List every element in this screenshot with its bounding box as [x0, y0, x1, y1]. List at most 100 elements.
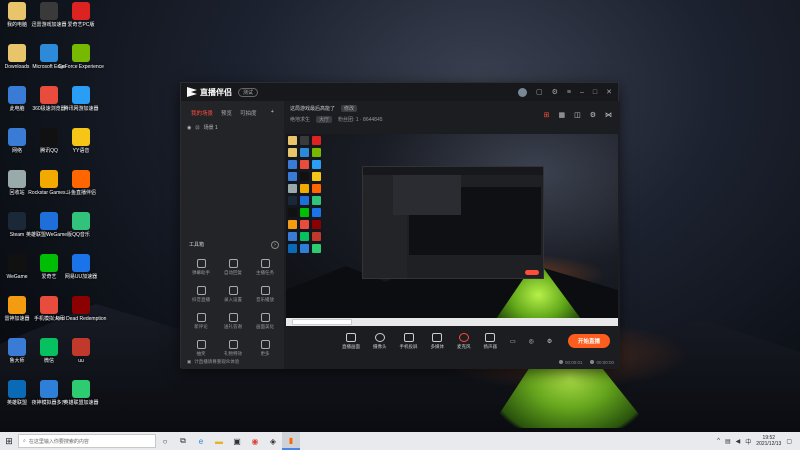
window-icon[interactable]: ◫ — [574, 111, 581, 119]
message-icon[interactable]: ▢ — [536, 88, 543, 96]
record-icon[interactable]: ▭ — [510, 338, 516, 345]
toolbox-item[interactable]: 主播任务 — [249, 259, 281, 276]
stream-title[interactable]: 这局游戏最后高能了 — [290, 105, 335, 112]
camera-button[interactable]: 摄像头 — [373, 332, 387, 350]
desktop-icon[interactable]: 手机模拟大师 — [34, 296, 64, 332]
desktop-icon[interactable]: 英雄联盟WeGame版 — [26, 212, 72, 248]
view-icon[interactable]: ◎ — [529, 338, 534, 345]
share-icon[interactable]: ⋈ — [605, 111, 612, 119]
desktop-icon[interactable]: 爱奇艺 — [34, 254, 64, 290]
cortana-icon[interactable]: ○ — [156, 432, 174, 450]
desktop-icon[interactable]: 腾讯QQ — [34, 128, 64, 164]
desktop-icon[interactable]: YY语音 — [66, 128, 96, 164]
toolbox-item[interactable]: 抖音直播 — [185, 286, 217, 303]
volume-icon[interactable]: ◀ — [736, 438, 741, 445]
desktop-icon[interactable]: 微信 — [34, 338, 64, 374]
microphone-button[interactable]: 麦克风 — [457, 332, 471, 350]
task-view-icon[interactable]: ⧉ — [174, 432, 192, 450]
title-bar[interactable]: 直播伴侣 测试 ▢ ⚙ ≡ – □ ✕ — [181, 83, 618, 101]
desktop-icon[interactable]: Microsoft Edge — [32, 44, 66, 80]
toolbox-item[interactable]: 录入设置 — [217, 286, 249, 303]
eye-icon[interactable]: ◉ — [187, 125, 191, 131]
preview-canvas[interactable] — [286, 134, 618, 326]
notification-icon[interactable]: ▢ — [786, 438, 792, 445]
calendar-icon[interactable]: ▦ — [558, 111, 565, 119]
file-explorer-icon[interactable]: ▬ — [210, 432, 228, 450]
screen-capture-button[interactable]: 直播画面 — [342, 332, 360, 350]
desktop-icon[interactable]: uu — [66, 338, 96, 374]
desktop-icon[interactable]: 回收站 — [2, 170, 32, 206]
scene-item[interactable]: ◉ ⊡ 场景 1 — [181, 121, 284, 134]
toolbox-item[interactable]: 弹幕助手 — [185, 259, 217, 276]
multimedia-button[interactable]: 多媒体 — [431, 332, 444, 350]
toolbox-item[interactable]: 新评论 — [185, 313, 217, 330]
start-live-button[interactable]: 开始直播 — [567, 334, 610, 348]
maximize-icon[interactable]: □ — [593, 89, 597, 96]
desktop-icon[interactable]: 网易UU加速器 — [65, 254, 97, 290]
desktop-icon[interactable]: 迅雷游戏加速器 — [31, 2, 67, 38]
close-icon[interactable]: ✕ — [606, 88, 612, 96]
phone-cast-button[interactable]: 手机投屏 — [400, 332, 418, 350]
user-avatar[interactable] — [517, 87, 527, 97]
desktop-icon[interactable]: Steam — [2, 212, 32, 248]
desktop-icon[interactable]: 360极速浏览器 — [32, 86, 66, 122]
toolbox-item[interactable]: 送礼答谢 — [217, 313, 249, 330]
desktop-icon[interactable]: Downloads — [2, 44, 32, 80]
toolbox-item[interactable]: 更多 — [249, 340, 281, 357]
lock-icon[interactable]: ⊡ — [195, 125, 199, 131]
desktop-icon[interactable]: 雷神加速器 — [2, 296, 32, 332]
preview-icon — [288, 196, 297, 205]
toolbox-item[interactable]: 画面美化 — [249, 313, 281, 330]
desktop-icon[interactable]: 网络 — [2, 128, 32, 164]
tab-my-scenes[interactable]: 我的场景 — [191, 109, 213, 117]
desktop-icon-label: 迅雷游戏加速器 — [31, 22, 67, 28]
chrome-icon[interactable]: ◉ — [246, 432, 264, 450]
app-icon — [72, 380, 90, 398]
desktop-icon[interactable]: 爱奇艺PC版 — [66, 2, 96, 38]
app-pinned-icon[interactable]: ◈ — [264, 432, 282, 450]
tab-preview[interactable]: 预览 — [221, 109, 232, 117]
category-select[interactable]: 大厅 — [316, 116, 333, 123]
start-button[interactable]: ⊞ — [0, 432, 18, 450]
menu-icon[interactable]: ≡ — [567, 89, 571, 96]
add-scene-icon[interactable]: + — [271, 109, 274, 117]
toolbox-item[interactable]: 自动回复 — [217, 259, 249, 276]
toolbox-more-icon[interactable]: › — [271, 241, 279, 249]
desktop-icon[interactable]: 英雄联盟加速器 — [64, 380, 99, 416]
ime-icon[interactable]: 中 — [745, 437, 751, 446]
desktop-icon[interactable]: 腾讯网游加速器 — [64, 86, 99, 122]
clock[interactable]: 19:52 2021/12/13 — [756, 435, 781, 447]
settings-icon[interactable]: ⚙ — [590, 111, 596, 119]
desktop-icon[interactable]: GeForce Experience — [58, 44, 104, 80]
store-icon[interactable]: ▣ — [228, 432, 246, 450]
minimize-icon[interactable]: – — [580, 89, 584, 96]
tab-other[interactable]: 可拍度 — [240, 109, 257, 117]
preview-icon — [288, 184, 297, 193]
desktop-icon[interactable]: WeGame — [2, 254, 32, 290]
desktop-icon[interactable]: 夜神模拟器多开 — [32, 380, 67, 416]
tray-arrow-icon[interactable]: ^ — [717, 438, 720, 444]
live-companion-taskbar-icon[interactable]: ▮ — [282, 432, 300, 450]
toolbox-item[interactable]: 抽奖 — [185, 340, 217, 357]
taskbar-search[interactable]: ⌕ 在这里输入你要搜索的内容 — [18, 434, 156, 448]
settings-icon[interactable]: ⚙ — [552, 88, 558, 96]
gift-icon[interactable]: ⊞ — [544, 111, 550, 119]
desktop-icon[interactable]: QQ音乐 — [66, 212, 96, 248]
desktop-icon[interactable]: 斗鱼直播伴侣 — [66, 170, 96, 206]
desktop-icon[interactable]: Red Dead Redemption — [56, 296, 106, 332]
desktop-icon[interactable]: 我的电脑 — [2, 2, 32, 38]
speaker-button[interactable]: 扬声器 — [484, 332, 497, 350]
toolbox-item[interactable]: 礼物特效 — [217, 340, 249, 357]
desktop-icon[interactable]: 鲁大师 — [2, 338, 32, 374]
edge-icon[interactable]: e — [192, 432, 210, 450]
app-icon — [40, 170, 58, 188]
edit-title-button[interactable]: 修改 — [341, 105, 358, 112]
desktop-icon-label: WeGame — [6, 274, 28, 280]
desktop-icon[interactable]: 此电脑 — [2, 86, 32, 122]
network-icon[interactable]: ▤ — [725, 438, 731, 445]
desktop-icon[interactable]: 英雄联盟 — [2, 380, 32, 416]
toolbox-item[interactable]: 音乐播放 — [249, 286, 281, 303]
gear-icon[interactable]: ⚙ — [547, 338, 552, 345]
nested-live-button — [525, 270, 539, 275]
desktop-icon[interactable]: Rockstar Games... — [28, 170, 70, 206]
